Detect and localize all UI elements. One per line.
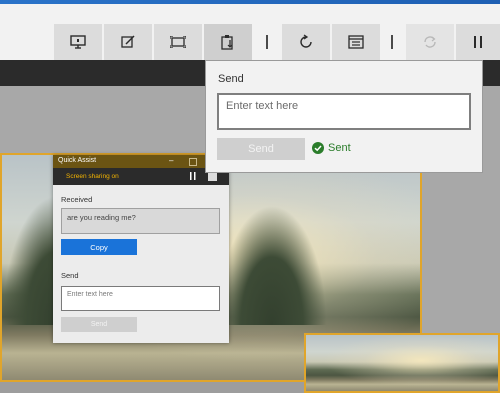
side-panel-icon[interactable] bbox=[208, 172, 217, 181]
send-text-input[interactable]: Enter text here bbox=[61, 286, 220, 311]
send-text-input[interactable]: Enter text here bbox=[217, 93, 471, 130]
task-manager-icon bbox=[348, 35, 364, 49]
send-button[interactable]: Send bbox=[217, 138, 305, 160]
pause-button[interactable] bbox=[456, 24, 500, 60]
desktop-wallpaper-image bbox=[304, 333, 500, 393]
monitor-button[interactable] bbox=[54, 24, 102, 60]
toolbar-separator bbox=[391, 35, 393, 49]
clipboard-button[interactable] bbox=[204, 24, 252, 60]
copy-button[interactable]: Copy bbox=[61, 239, 137, 255]
sent-status-text: Sent bbox=[328, 142, 351, 154]
fit-screen-button[interactable] bbox=[154, 24, 202, 60]
restart-icon bbox=[298, 34, 314, 50]
minimize-icon[interactable]: – bbox=[169, 156, 173, 165]
clipboard-icon bbox=[221, 34, 235, 50]
send-button[interactable]: Send bbox=[61, 317, 137, 332]
annotate-icon bbox=[121, 35, 135, 49]
monitor-icon bbox=[70, 35, 86, 49]
quick-assist-window: Quick Assist – ✕ Screen sharing on Recei… bbox=[53, 155, 229, 343]
toolbar-separator bbox=[266, 35, 268, 49]
reconnect-button[interactable] bbox=[406, 24, 454, 60]
check-circle-icon bbox=[312, 142, 328, 154]
maximize-icon[interactable] bbox=[189, 158, 197, 166]
screen-sharing-status-bar: Screen sharing on bbox=[53, 168, 229, 185]
tree-silhouette bbox=[217, 205, 327, 325]
pause-icon bbox=[473, 35, 483, 49]
screen-sharing-status: Screen sharing on bbox=[66, 173, 119, 180]
quick-assist-titlebar: Quick Assist – ✕ bbox=[53, 155, 229, 168]
sent-status: Sent bbox=[312, 142, 351, 154]
send-panel: Send Enter text here Send Sent bbox=[205, 60, 483, 173]
reconnect-icon bbox=[422, 34, 438, 50]
received-label: Received bbox=[61, 195, 93, 204]
send-label: Send bbox=[61, 271, 79, 280]
restart-button[interactable] bbox=[282, 24, 330, 60]
send-panel-title: Send bbox=[218, 73, 244, 85]
toolbar bbox=[0, 4, 500, 60]
pause-icon[interactable] bbox=[190, 172, 196, 180]
quick-assist-title: Quick Assist bbox=[58, 157, 97, 164]
task-manager-button[interactable] bbox=[332, 24, 380, 60]
fit-screen-icon bbox=[170, 36, 186, 48]
received-message-box: are you reading me? bbox=[61, 208, 220, 234]
annotate-button[interactable] bbox=[104, 24, 152, 60]
